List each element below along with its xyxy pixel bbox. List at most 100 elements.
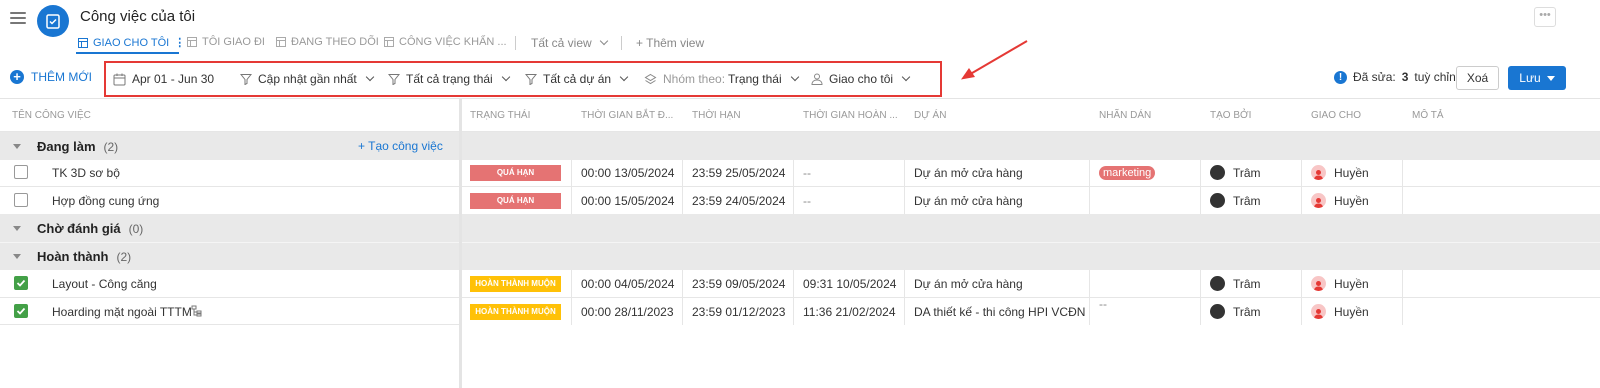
row-divider xyxy=(0,186,1600,187)
col-divider xyxy=(793,270,794,325)
col-header-assignee[interactable]: GIAO CHO xyxy=(1311,110,1361,121)
chevron-down-icon xyxy=(619,72,629,82)
row-divider xyxy=(0,297,1600,298)
col-divider xyxy=(904,160,905,214)
task-checkbox[interactable] xyxy=(14,165,28,179)
sort-filter[interactable]: Cập nhật gần nhất xyxy=(240,72,374,86)
col-header-creator[interactable]: TẠO BỞI xyxy=(1210,110,1251,121)
status-badge: QUÁ HẠN xyxy=(470,193,561,209)
red-arrow-annotation xyxy=(961,40,1028,80)
col-divider xyxy=(1089,160,1090,214)
more-options-button[interactable]: ••• xyxy=(1534,7,1556,27)
col-header-project[interactable]: DỰ ÁN xyxy=(914,110,946,121)
collapse-icon[interactable] xyxy=(13,144,21,149)
col-divider xyxy=(1089,270,1090,325)
plus-circle-icon: + xyxy=(10,70,24,84)
list-icon xyxy=(384,37,394,47)
group-in-progress[interactable]: Đang làm (2) xyxy=(13,139,118,154)
task-name[interactable]: Hoarding mặt ngoài TTTM xyxy=(52,305,192,319)
tab-assigned-by-me[interactable]: TÔI GIAO ĐI xyxy=(187,36,265,48)
date-range-filter[interactable]: Apr 01 - Jun 30 xyxy=(113,72,214,86)
col-header-start[interactable]: THỜI GIAN BẮT Đ... xyxy=(581,110,673,121)
task-checkbox[interactable] xyxy=(14,193,28,207)
assignee-filter[interactable]: Giao cho tôi xyxy=(811,72,911,86)
finish-time: 09:31 10/05/2024 xyxy=(803,277,897,291)
status-filter[interactable]: Tất cả trạng thái xyxy=(388,72,510,86)
group-completed[interactable]: Hoàn thành (2) xyxy=(13,249,131,264)
task-checkbox-checked[interactable] xyxy=(14,304,28,318)
group-awaiting-review[interactable]: Chờ đánh giá (0) xyxy=(13,221,143,236)
col-header-finish[interactable]: THỜI GIAN HOÀN ... xyxy=(803,110,898,121)
calendar-icon xyxy=(113,73,126,85)
col-divider xyxy=(1200,270,1201,325)
creator: Trâm xyxy=(1210,304,1261,319)
task-name[interactable]: Hợp đồng cung ứng xyxy=(52,194,159,208)
delete-button[interactable]: Xoá xyxy=(1456,66,1499,90)
active-tab-indicator xyxy=(76,52,179,54)
finish-time: 11:36 21/02/2024 xyxy=(803,305,896,319)
tab-following[interactable]: ĐANG THEO DÕI xyxy=(276,36,379,48)
view-dropdown[interactable]: Tất cả view xyxy=(531,36,608,50)
project-filter[interactable]: Tất cả dự án xyxy=(525,72,629,86)
status-badge: HOÀN THÀNH MUỘN xyxy=(470,276,561,292)
start-time: 00:00 04/05/2024 xyxy=(581,277,675,291)
col-divider xyxy=(1301,160,1302,214)
start-time: 00:00 13/05/2024 xyxy=(581,166,675,180)
status-badge: QUÁ HẠN xyxy=(470,165,561,181)
tab-divider xyxy=(621,36,622,50)
assignee: Huyền xyxy=(1311,304,1369,319)
col-divider xyxy=(1402,270,1403,325)
label-tag: marketing xyxy=(1099,166,1156,180)
toolbar-divider xyxy=(0,98,1600,99)
kebab-icon[interactable]: ⋮ xyxy=(174,36,185,49)
save-button[interactable]: Lưu xyxy=(1508,66,1566,90)
task-app-icon xyxy=(37,5,69,37)
start-time: 00:00 15/05/2024 xyxy=(581,194,675,208)
page-title: Công việc của tôi xyxy=(80,8,196,25)
panel-divider[interactable] xyxy=(459,99,462,388)
deadline: 23:59 09/05/2024 xyxy=(692,277,786,291)
col-divider xyxy=(571,270,572,325)
group-by-filter[interactable]: Nhóm theo: Trạng thái xyxy=(644,72,799,86)
tab-divider xyxy=(515,36,516,50)
group-row-awaiting-review xyxy=(0,214,1600,242)
finish-time: -- xyxy=(803,194,811,208)
task-name[interactable]: TK 3D sơ bộ xyxy=(52,166,120,180)
col-divider xyxy=(1301,270,1302,325)
list-icon xyxy=(78,37,88,48)
assignee: Huyền xyxy=(1311,165,1369,180)
project-name: Dự án mở cửa hàng xyxy=(914,194,1023,208)
create-task-link[interactable]: + Tạo công việc xyxy=(358,139,443,153)
assignee: Huyền xyxy=(1311,276,1369,291)
avatar xyxy=(1311,193,1326,208)
avatar xyxy=(1311,276,1326,291)
col-header-deadline[interactable]: THỜI HẠN xyxy=(692,110,741,121)
task-checkbox-checked[interactable] xyxy=(14,276,28,290)
project-name: Dự án mở cửa hàng xyxy=(914,277,1023,291)
col-divider xyxy=(904,270,905,325)
assignee: Huyền xyxy=(1311,193,1369,208)
menu-icon[interactable] xyxy=(10,12,26,26)
col-divider xyxy=(793,160,794,214)
col-divider xyxy=(1402,160,1403,214)
col-header-status[interactable]: TRẠNG THÁI xyxy=(470,110,530,121)
edited-info: ! Đã sửa: 3 tuỳ chỉnh xyxy=(1334,70,1462,84)
add-view-button[interactable]: + Thêm view xyxy=(636,36,704,50)
task-name[interactable]: Layout - Công căng xyxy=(52,277,157,291)
creator: Trâm xyxy=(1210,165,1261,180)
collapse-icon[interactable] xyxy=(13,254,21,259)
tab-urgent[interactable]: CÔNG VIỆC KHẨN ... xyxy=(384,36,507,48)
col-header-labels[interactable]: NHÃN DÁN xyxy=(1099,110,1151,121)
filter-icon xyxy=(525,74,537,85)
add-new-button[interactable]: + THÊM MỚI xyxy=(10,70,92,84)
tab-assigned-to-me[interactable]: GIAO CHO TÔI ⋮ xyxy=(78,36,185,49)
chevron-down-icon xyxy=(365,72,374,82)
subtask-icon[interactable] xyxy=(191,305,203,317)
collapse-icon[interactable] xyxy=(13,226,21,231)
col-header-name[interactable]: TÊN CÔNG VIỆC xyxy=(12,110,91,121)
project-name: Dự án mở cửa hàng xyxy=(914,166,1023,180)
chevron-down-icon xyxy=(901,72,911,82)
col-divider xyxy=(682,270,683,325)
avatar xyxy=(1210,193,1225,208)
col-header-desc[interactable]: MÔ TẢ xyxy=(1412,110,1443,121)
